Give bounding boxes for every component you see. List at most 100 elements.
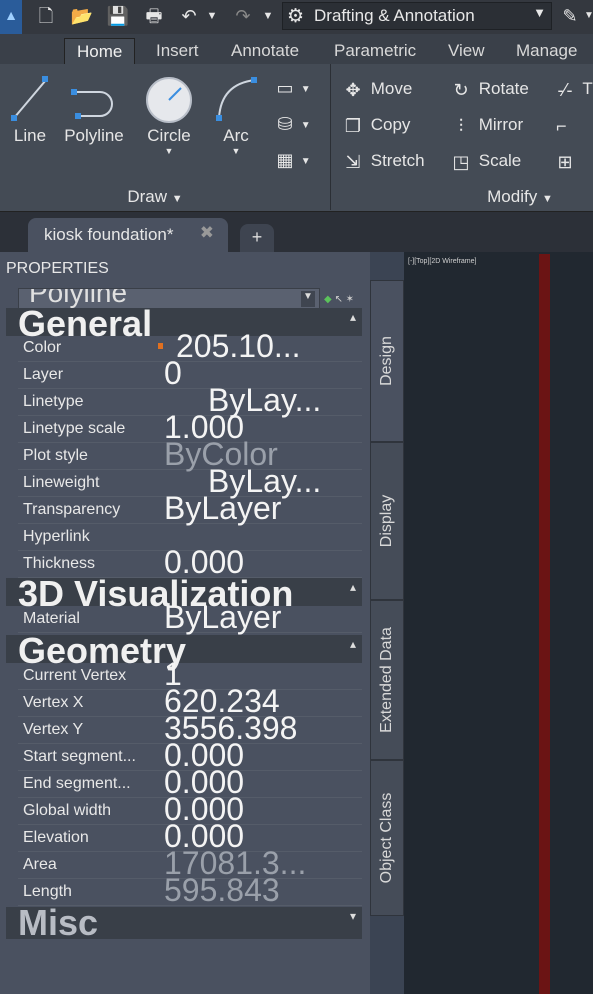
- redo-dropdown-icon[interactable]: ▼: [262, 4, 274, 28]
- side-tab-label: Object Class: [378, 792, 395, 884]
- rotate-label: Rotate: [478, 79, 529, 98]
- side-tab-display[interactable]: Display: [370, 442, 404, 600]
- undo-dropdown-icon[interactable]: ▼: [206, 4, 218, 28]
- line-icon: [11, 76, 48, 121]
- array-button[interactable]: ⊞: [552, 146, 578, 176]
- expand-icon[interactable]: ▾: [350, 909, 356, 923]
- circle-button[interactable]: Circle ▼: [140, 70, 198, 156]
- property-key: Vertex Y: [23, 721, 84, 738]
- category-misc[interactable]: Misc ▾: [6, 902, 362, 943]
- file-tab-bar: kiosk foundation* ✖ +: [0, 212, 593, 252]
- rotate-icon: ↻: [453, 79, 469, 100]
- select-objects-icon[interactable]: ↖: [334, 294, 342, 305]
- property-value: 0: [164, 355, 182, 391]
- property-key: End segment...: [23, 775, 131, 792]
- circle-icon: [146, 77, 192, 123]
- scale-label: Scale: [478, 151, 522, 170]
- fillet-button[interactable]: ⌐: [556, 110, 567, 140]
- tab-parametric[interactable]: Parametric: [334, 38, 416, 64]
- mirror-button[interactable]: ⫶ Mirror: [448, 110, 523, 140]
- properties-edit-icon[interactable]: ✎: [558, 4, 582, 28]
- tab-annotate[interactable]: Annotate: [231, 38, 299, 64]
- property-key: Hyperlink: [23, 528, 90, 545]
- chevron-down-icon: ▼: [541, 193, 553, 205]
- draw-panel-label: Draw: [127, 187, 168, 206]
- array-icon: ⊞: [557, 151, 573, 172]
- property-value: 205.10...: [176, 328, 301, 364]
- selection-tools: ◆ ↖ ✶: [324, 294, 354, 305]
- property-key: Layer: [23, 366, 64, 383]
- circle-dropdown-icon[interactable]: ▼: [140, 146, 198, 156]
- toolbar-dropdown-icon[interactable]: ▼: [584, 4, 593, 28]
- region-dropdown-icon: ▼: [298, 156, 311, 167]
- trim-label: T: [582, 79, 593, 98]
- tab-insert[interactable]: Insert: [156, 38, 199, 64]
- line-button[interactable]: Line: [6, 70, 54, 146]
- save-icon[interactable]: 💾: [106, 4, 130, 28]
- print-icon[interactable]: 🖶: [142, 4, 166, 28]
- property-key: Plot style: [23, 447, 88, 464]
- plus-icon: +: [251, 227, 263, 247]
- drawing-canvas[interactable]: [-][Top][2D Wireframe]: [404, 252, 593, 994]
- copy-button[interactable]: ❐ Copy: [340, 110, 411, 140]
- arc-dropdown-icon[interactable]: ▼: [210, 146, 262, 156]
- collapse-icon[interactable]: ▴: [350, 580, 356, 594]
- new-file-icon[interactable]: 🗋: [34, 4, 58, 28]
- property-key: Global width: [23, 802, 112, 819]
- rotate-button[interactable]: ↻ Rotate: [448, 74, 529, 104]
- tab-view[interactable]: View: [448, 38, 485, 64]
- property-row-material[interactable]: Material ByLayer: [18, 600, 362, 634]
- hatch-button[interactable]: ⛁ ▼: [272, 108, 310, 138]
- region-button[interactable]: ▦ ▼: [272, 144, 311, 174]
- undo-icon[interactable]: ↶: [176, 4, 202, 28]
- property-row-color[interactable]: Color 205.10...: [18, 329, 362, 363]
- chevron-down-icon: ▼: [533, 5, 546, 20]
- stretch-button[interactable]: ⇲ Stretch: [340, 146, 424, 176]
- collapse-icon[interactable]: ▴: [350, 310, 356, 324]
- arc-icon: [216, 77, 257, 121]
- property-key: Length: [23, 883, 72, 900]
- open-folder-icon[interactable]: 📂: [70, 4, 94, 28]
- polyline-label: Polyline: [64, 126, 124, 145]
- arc-button[interactable]: Arc ▼: [210, 70, 262, 156]
- scale-icon: ◳: [452, 151, 470, 172]
- workspace-selector[interactable]: ⚙ Drafting & Annotation ▼: [282, 2, 552, 30]
- side-tab-object-class[interactable]: Object Class: [370, 760, 404, 916]
- file-tab[interactable]: kiosk foundation* ✖: [28, 218, 228, 252]
- gear-icon: ⚙: [287, 6, 305, 27]
- collapse-icon[interactable]: ▴: [350, 637, 356, 651]
- modify-panel-title[interactable]: Modify ▼: [440, 184, 593, 210]
- viewport-controls[interactable]: [-][Top][2D Wireframe]: [408, 258, 476, 265]
- move-button[interactable]: ✥ Move: [340, 74, 412, 104]
- autocad-window: ▲ 🗋 📂 💾 🖶 ↶ ▼ ↷ ▼ ⚙ Drafting & Annotatio…: [0, 0, 593, 994]
- circle-label: Circle: [147, 126, 191, 145]
- new-tab-button[interactable]: +: [240, 224, 274, 252]
- redo-icon[interactable]: ↷: [230, 4, 256, 28]
- line-label: Line: [13, 126, 47, 145]
- side-tab-extended-data[interactable]: Extended Data: [370, 600, 404, 760]
- mirror-icon: ⫶: [458, 115, 464, 136]
- property-key: Transparency: [23, 501, 121, 518]
- draw-panel-title[interactable]: Draw ▼: [100, 184, 210, 210]
- ribbon-tab-bar: Home Insert Annotate Parametric View Man…: [0, 34, 593, 64]
- rectangle-button[interactable]: ▭ ▼: [272, 72, 310, 102]
- category-geometry[interactable]: Geometry ▴: [6, 630, 362, 671]
- toggle-pickadd-icon[interactable]: ◆: [324, 294, 332, 305]
- trim-button[interactable]: -⁄- T: [552, 74, 593, 104]
- app-menu-icon[interactable]: ▲: [0, 0, 22, 34]
- workspace-label: Drafting & Annotation: [314, 6, 475, 25]
- tab-home[interactable]: Home: [64, 38, 136, 64]
- property-key: Elevation: [23, 829, 89, 846]
- category-title: Misc: [18, 902, 99, 943]
- properties-palette: PROPERTIES Polyline ▼ ◆ ↖ ✶ General ▴ Co…: [0, 252, 370, 994]
- move-label: Move: [370, 79, 413, 98]
- tab-manage[interactable]: Manage: [516, 38, 577, 64]
- scale-button[interactable]: ◳ Scale: [448, 146, 521, 176]
- close-icon[interactable]: ✖: [200, 223, 214, 243]
- property-row-transparency[interactable]: Transparency ByLayer: [18, 491, 362, 525]
- polyline-button[interactable]: Polyline: [62, 70, 126, 146]
- color-swatch: [158, 343, 163, 349]
- side-tab-design[interactable]: Design: [370, 280, 404, 442]
- quick-select-icon[interactable]: ✶: [346, 294, 354, 305]
- property-key: Thickness: [23, 555, 96, 572]
